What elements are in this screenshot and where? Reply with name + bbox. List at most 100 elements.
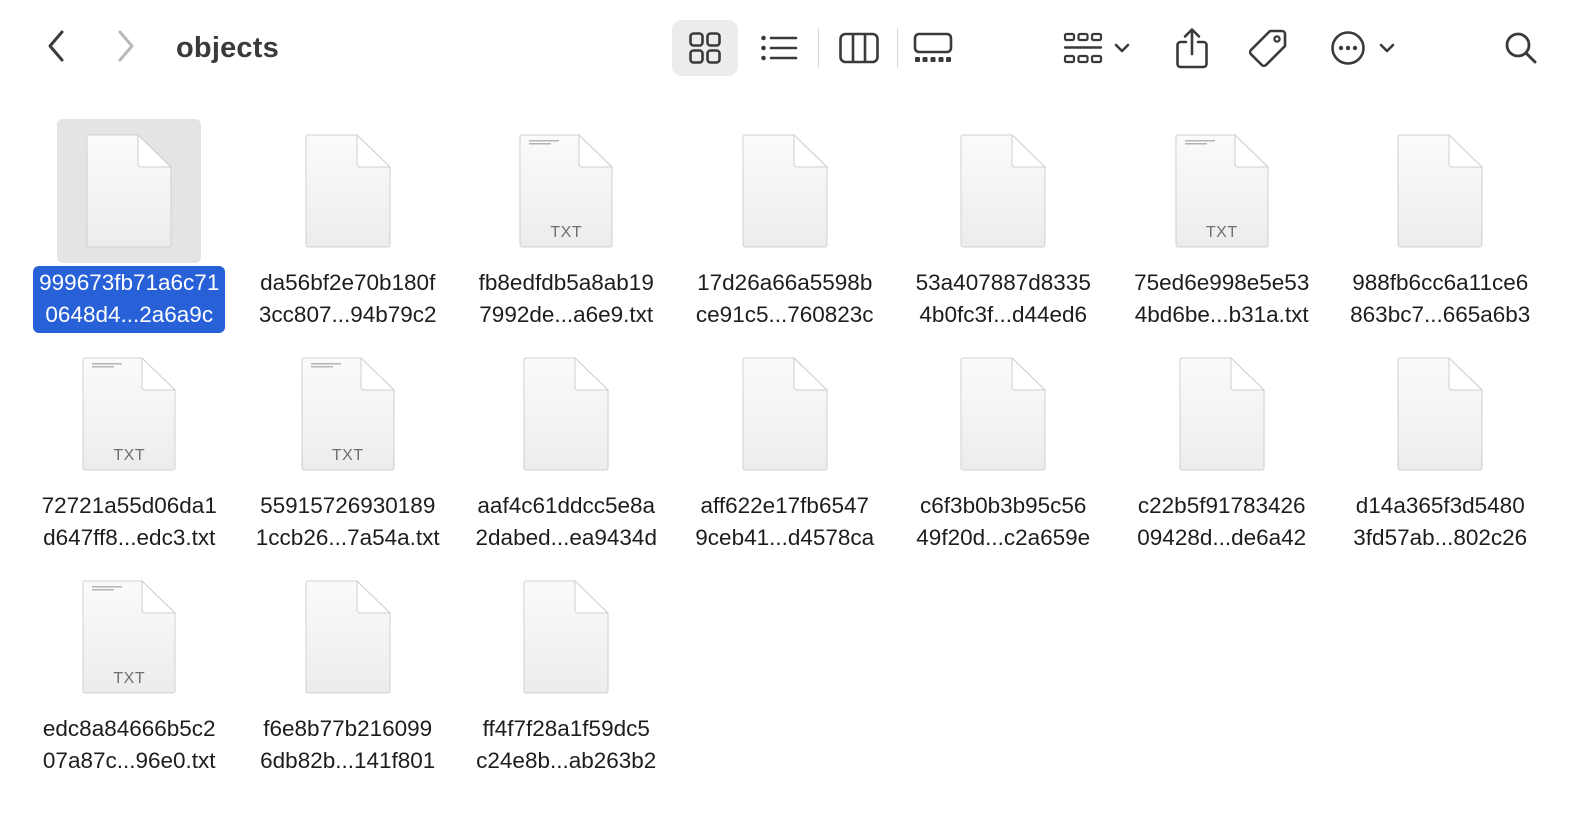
file-item[interactable]: 17d26a66a5598b ce91c5...760823c bbox=[676, 116, 895, 339]
file-extension-label: TXT bbox=[1205, 224, 1238, 241]
document-icon-shape bbox=[523, 357, 610, 471]
file-item[interactable]: ff4f7f28a1f59dc5 c24e8b...ab263b2 bbox=[457, 562, 676, 785]
group-by-button[interactable] bbox=[1056, 20, 1138, 76]
file-name-line-2: 7992de...a6e9.txt bbox=[479, 302, 654, 327]
grid-icon bbox=[689, 32, 721, 64]
ellipsis-circle-icon bbox=[1331, 31, 1365, 65]
file-name-label: 75ed6e998e5e53 4bd6be...b31a.txt bbox=[1128, 266, 1315, 333]
file-name-line-1: 75ed6e998e5e53 bbox=[1134, 270, 1310, 295]
file-item[interactable]: TXT 72721a55d06da1 d647ff8...edc3.txt bbox=[20, 339, 239, 562]
file-name-label: fb8edfdb5a8ab19 7992de...a6e9.txt bbox=[473, 266, 660, 333]
document-icon bbox=[960, 134, 1047, 248]
file-name-line-1: fb8edfdb5a8ab19 bbox=[478, 270, 654, 295]
file-name-line-2: 4b0fc3f...d44ed6 bbox=[919, 302, 1088, 327]
document-icon bbox=[305, 134, 391, 248]
tag-button[interactable] bbox=[1240, 20, 1296, 76]
group-grid-icon bbox=[1063, 32, 1103, 64]
list-icon bbox=[761, 35, 798, 61]
document-icon bbox=[523, 357, 610, 471]
document-icon bbox=[305, 580, 391, 694]
file-item[interactable]: f6e8b77b216099 6db82b...141f801 bbox=[239, 562, 458, 785]
file-name-line-2: 9ceb41...d4578ca bbox=[695, 525, 875, 550]
file-item[interactable]: da56bf2e70b180f 3cc807...94b79c2 bbox=[239, 116, 458, 339]
share-icon bbox=[1176, 28, 1208, 69]
forward-button[interactable] bbox=[106, 24, 146, 68]
file-name-line-1: 72721a55d06da1 bbox=[41, 493, 217, 518]
file-item[interactable]: d14a365f3d5480 3fd57ab...802c26 bbox=[1331, 339, 1550, 562]
toolbar-divider bbox=[897, 28, 898, 68]
search-icon bbox=[1505, 32, 1537, 64]
file-extension-label: TXT bbox=[113, 670, 146, 687]
file-name-label: 53a407887d8335 4b0fc3f...d44ed6 bbox=[910, 266, 1097, 333]
document-icon-shape bbox=[86, 134, 173, 248]
file-name-line-2: 1ccb26...7a54a.txt bbox=[255, 525, 440, 550]
more-actions-button[interactable] bbox=[1322, 20, 1404, 76]
file-name-line-2: 6db82b...141f801 bbox=[260, 748, 436, 773]
file-icon-container bbox=[931, 342, 1075, 486]
document-icon bbox=[742, 134, 828, 248]
document-icon-shape bbox=[960, 134, 1047, 248]
file-name-label: 999673fb71a6c71 0648d4...2a6a9c bbox=[33, 266, 226, 333]
file-icon-container: TXT bbox=[276, 342, 420, 486]
file-name-line-1: c6f3b0b3b95c56 bbox=[920, 493, 1087, 518]
file-item[interactable]: 988fb6cc6a11ce6 863bc7...665a6b3 bbox=[1331, 116, 1550, 339]
columns-icon bbox=[839, 32, 879, 64]
file-icon-container: TXT bbox=[1150, 119, 1294, 263]
file-name-line-1: c22b5f91783426 bbox=[1137, 493, 1306, 518]
file-name-line-2: 0648d4...2a6a9c bbox=[45, 302, 214, 327]
chevron-left-icon bbox=[48, 30, 64, 62]
file-name-line-1: d14a365f3d5480 bbox=[1355, 493, 1525, 518]
file-item[interactable]: 999673fb71a6c71 0648d4...2a6a9c bbox=[20, 116, 239, 339]
file-item[interactable]: c22b5f91783426 09428d...de6a42 bbox=[1113, 339, 1332, 562]
file-name-line-2: c24e8b...ab263b2 bbox=[476, 748, 657, 773]
file-name-line-1: 999673fb71a6c71 bbox=[39, 270, 220, 295]
gallery-icon bbox=[913, 32, 953, 62]
document-icon: TXT bbox=[82, 580, 177, 694]
file-name-line-2: 3fd57ab...802c26 bbox=[1353, 525, 1528, 550]
file-name-label: ff4f7f28a1f59dc5 c24e8b...ab263b2 bbox=[470, 712, 662, 779]
file-item[interactable]: aff622e17fb6547 9ceb41...d4578ca bbox=[676, 339, 895, 562]
file-extension-label: TXT bbox=[331, 447, 364, 464]
file-item[interactable]: TXT edc8a84666b5c2 07a87c...96e0.txt bbox=[20, 562, 239, 785]
file-item[interactable]: aaf4c61ddcc5e8a 2dabed...ea9434d bbox=[457, 339, 676, 562]
file-name-line-2: 3cc807...94b79c2 bbox=[258, 302, 437, 327]
file-name-line-1: edc8a84666b5c2 bbox=[42, 716, 216, 741]
file-name-line-2: 2dabed...ea9434d bbox=[475, 525, 657, 550]
file-name-line-2: 49f20d...c2a659e bbox=[916, 525, 1091, 550]
share-button[interactable] bbox=[1166, 18, 1218, 78]
file-name-label: da56bf2e70b180f 3cc807...94b79c2 bbox=[253, 266, 443, 333]
file-icon-container bbox=[276, 565, 420, 709]
file-icon-container bbox=[494, 342, 638, 486]
file-item[interactable]: TXT 55915726930189 1ccb26...7a54a.txt bbox=[239, 339, 458, 562]
gallery-view-button[interactable] bbox=[902, 20, 964, 76]
list-view-button[interactable] bbox=[750, 20, 808, 76]
file-item[interactable]: 53a407887d8335 4b0fc3f...d44ed6 bbox=[894, 116, 1113, 339]
file-extension-label: TXT bbox=[550, 224, 583, 241]
document-icon-shape bbox=[523, 580, 610, 694]
file-name-line-2: 07a87c...96e0.txt bbox=[42, 748, 216, 773]
file-name-line-1: 53a407887d8335 bbox=[915, 270, 1091, 295]
file-icon-container bbox=[713, 119, 857, 263]
column-view-button[interactable] bbox=[830, 20, 888, 76]
document-icon: TXT bbox=[82, 357, 177, 471]
file-item[interactable]: c6f3b0b3b95c56 49f20d...c2a659e bbox=[894, 339, 1113, 562]
document-icon-shape bbox=[960, 357, 1047, 471]
document-icon: TXT bbox=[301, 357, 395, 471]
file-icon-container bbox=[713, 342, 857, 486]
document-icon-shape bbox=[742, 357, 828, 471]
search-button[interactable] bbox=[1494, 20, 1548, 76]
file-name-label: c6f3b0b3b95c56 49f20d...c2a659e bbox=[910, 489, 1096, 556]
file-name-line-1: aff622e17fb6547 bbox=[700, 493, 869, 518]
file-icon-container bbox=[931, 119, 1075, 263]
file-name-line-1: 17d26a66a5598b bbox=[697, 270, 873, 295]
file-icon-container bbox=[494, 565, 638, 709]
file-name-line-2: 09428d...de6a42 bbox=[1137, 525, 1307, 550]
document-icon-shape bbox=[1397, 357, 1484, 471]
document-icon bbox=[1179, 357, 1265, 471]
file-name-line-2: d647ff8...edc3.txt bbox=[43, 525, 216, 550]
file-item[interactable]: TXT fb8edfdb5a8ab19 7992de...a6e9.txt bbox=[457, 116, 676, 339]
file-item[interactable]: TXT 75ed6e998e5e53 4bd6be...b31a.txt bbox=[1113, 116, 1332, 339]
back-button[interactable] bbox=[36, 24, 76, 68]
icon-view-button[interactable] bbox=[672, 20, 738, 76]
document-icon bbox=[960, 357, 1047, 471]
